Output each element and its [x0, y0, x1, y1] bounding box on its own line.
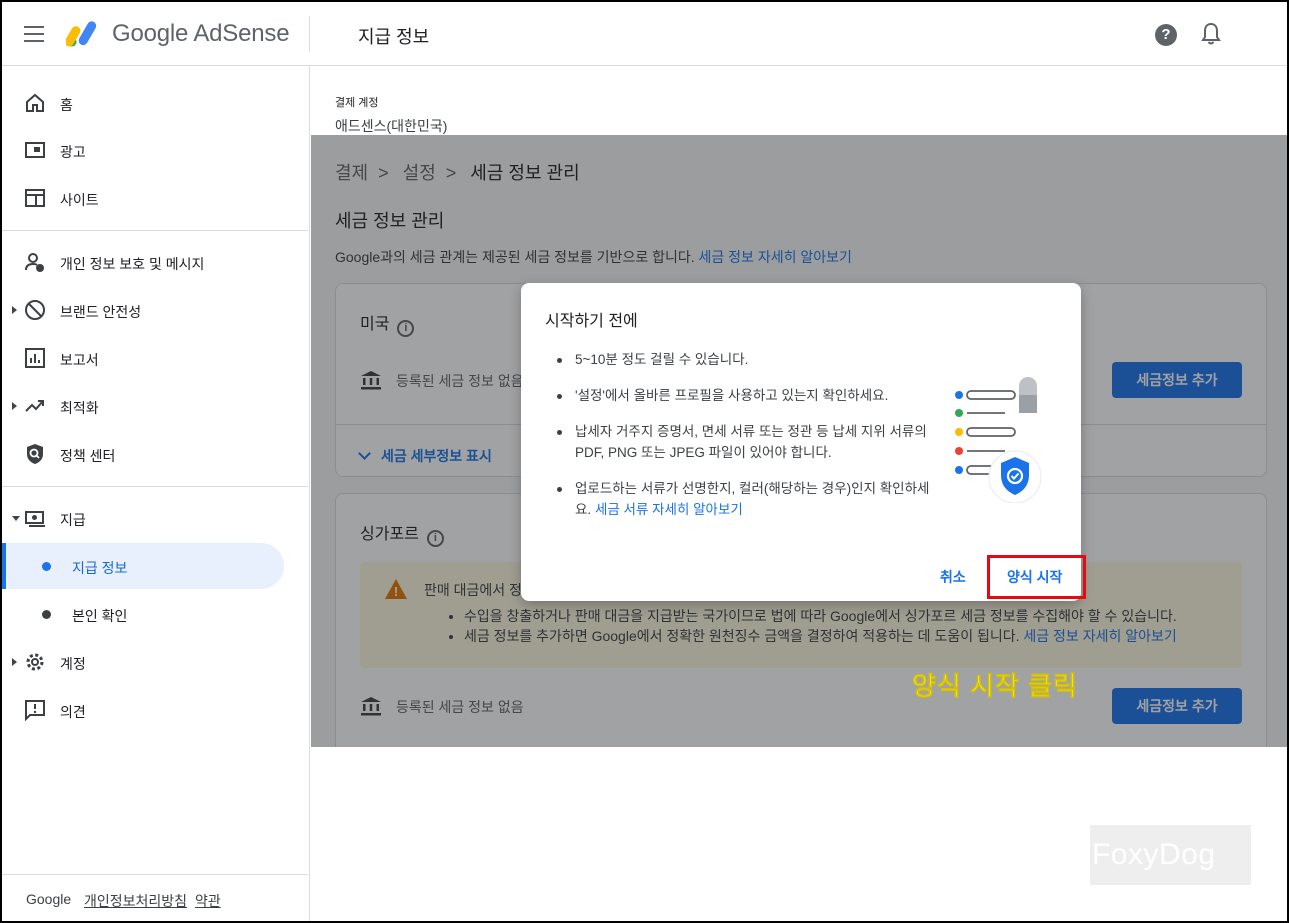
annotation-text: 양식 시작 클릭	[912, 671, 1078, 702]
page-title: 지급 정보	[358, 27, 430, 47]
shield-search-icon	[27, 444, 43, 464]
top-app-bar: Google AdSense 지급 정보 ?	[2, 2, 1287, 66]
sidebar-item-home[interactable]: 홈	[2, 80, 308, 126]
sidebar: 홈 광고 사이트 개인 정보 보호 및 메시지 브랜드 안전성 보고서 최적화	[2, 66, 310, 921]
sidebar-item-brand-safety[interactable]: 브랜드 안전성	[2, 287, 308, 333]
sidebar-item-optimization[interactable]: 최적화	[2, 383, 308, 429]
bullet-dot	[42, 610, 51, 619]
bell-icon[interactable]	[1200, 22, 1222, 46]
sidebar-item-account[interactable]: 계정	[2, 639, 308, 685]
home-icon	[26, 93, 44, 112]
before-you-start-dialog: 시작하기 전에 5~10분 정도 걸릴 수 있습니다. '설정'에서 올바른 프…	[521, 283, 1081, 601]
billing-account-label: 결제 계정	[335, 97, 379, 109]
start-form-button[interactable]: 양식 시작	[1007, 567, 1062, 587]
app-window: Google AdSense 지급 정보 ? 홈 광고 사이트 개인 정보 보호…	[0, 0, 1289, 923]
billing-account-name: 애드센스(대한민국)	[335, 118, 448, 134]
secure-documents-illustration	[955, 377, 1042, 503]
sidebar-item-label: 보고서	[60, 352, 99, 368]
bullet-dot	[42, 562, 51, 571]
reports-icon	[25, 348, 45, 368]
sidebar-item-privacy[interactable]: 개인 정보 보호 및 메시지	[2, 239, 308, 285]
sidebar-item-policy-center[interactable]: 정책 센터	[2, 431, 308, 477]
privacy-icon	[25, 253, 44, 272]
header-divider	[309, 16, 310, 52]
cancel-button[interactable]: 취소	[940, 567, 966, 587]
sidebar-item-label: 개인 정보 보호 및 메시지	[60, 256, 205, 272]
sidebar-divider	[2, 486, 308, 487]
terms-link[interactable]: 약관	[195, 891, 221, 911]
sidebar-item-label: 지급	[60, 512, 86, 528]
sidebar-item-label: 정책 센터	[60, 448, 116, 464]
dialog-bullet-list: 5~10분 정도 걸릴 수 있습니다. '설정'에서 올바른 프로필을 사용하고…	[557, 349, 935, 535]
sidebar-item-sites[interactable]: 사이트	[2, 175, 308, 221]
brand-name: Google AdSense	[112, 20, 290, 47]
expand-caret-icon	[12, 658, 17, 666]
trending-icon	[25, 400, 44, 412]
adsense-logo	[66, 21, 97, 47]
watermark: FoxyDog	[1090, 825, 1251, 885]
sidebar-subitem-label: 지급 정보	[72, 560, 128, 576]
sidebar-item-label: 사이트	[60, 192, 99, 208]
sidebar-divider	[2, 230, 308, 231]
google-footer-text: Google	[26, 891, 72, 907]
dialog-bullet: 업로드하는 서류가 선명한지, 컬러(해당하는 경우)인지 확인하세요. 세금 …	[557, 478, 935, 520]
dialog-title: 시작하기 전에	[545, 313, 638, 330]
dialog-bullet: '설정'에서 올바른 프로필을 사용하고 있는지 확인하세요.	[557, 385, 935, 406]
sidebar-subitem-verification[interactable]: 본인 확인	[2, 591, 284, 637]
dialog-bullet: 납세자 거주지 증명서, 면세 서류 또는 정관 등 납세 지위 서류의 PDF…	[557, 421, 935, 463]
sidebar-item-ads[interactable]: 광고	[2, 127, 308, 173]
sidebar-item-label: 의견	[60, 704, 86, 720]
sidebar-item-label: 최적화	[60, 400, 99, 416]
sidebar-footer: Google 개인정보처리방침 약관	[2, 874, 308, 921]
expand-caret-icon	[12, 402, 17, 410]
privacy-policy-link[interactable]: 개인정보처리방침	[84, 891, 187, 911]
sites-icon	[25, 189, 45, 207]
menu-icon[interactable]	[24, 26, 44, 42]
sidebar-item-label: 브랜드 안전성	[60, 304, 142, 320]
sidebar-item-payments[interactable]: 지급	[2, 495, 308, 541]
payments-icon	[25, 511, 45, 527]
expand-caret-icon	[12, 306, 17, 314]
sidebar-subitem-label: 본인 확인	[72, 608, 128, 624]
tax-docs-learn-more-link[interactable]: 세금 서류 자세히 알아보기	[595, 502, 743, 517]
gear-icon	[26, 653, 44, 671]
sidebar-item-label: 홈	[60, 97, 73, 113]
feedback-icon	[25, 700, 45, 721]
sidebar-item-label: 계정	[60, 656, 86, 672]
dialog-bullet: 5~10분 정도 걸릴 수 있습니다.	[557, 349, 935, 370]
sidebar-item-label: 광고	[60, 144, 86, 160]
help-icon[interactable]: ?	[1155, 24, 1177, 46]
sidebar-item-reports[interactable]: 보고서	[2, 335, 308, 381]
block-icon	[25, 300, 45, 320]
collapse-caret-icon	[12, 516, 20, 521]
ads-icon	[25, 142, 45, 158]
sidebar-item-feedback[interactable]: 의견	[2, 687, 308, 733]
sidebar-subitem-payment-info[interactable]: 지급 정보	[2, 543, 284, 589]
